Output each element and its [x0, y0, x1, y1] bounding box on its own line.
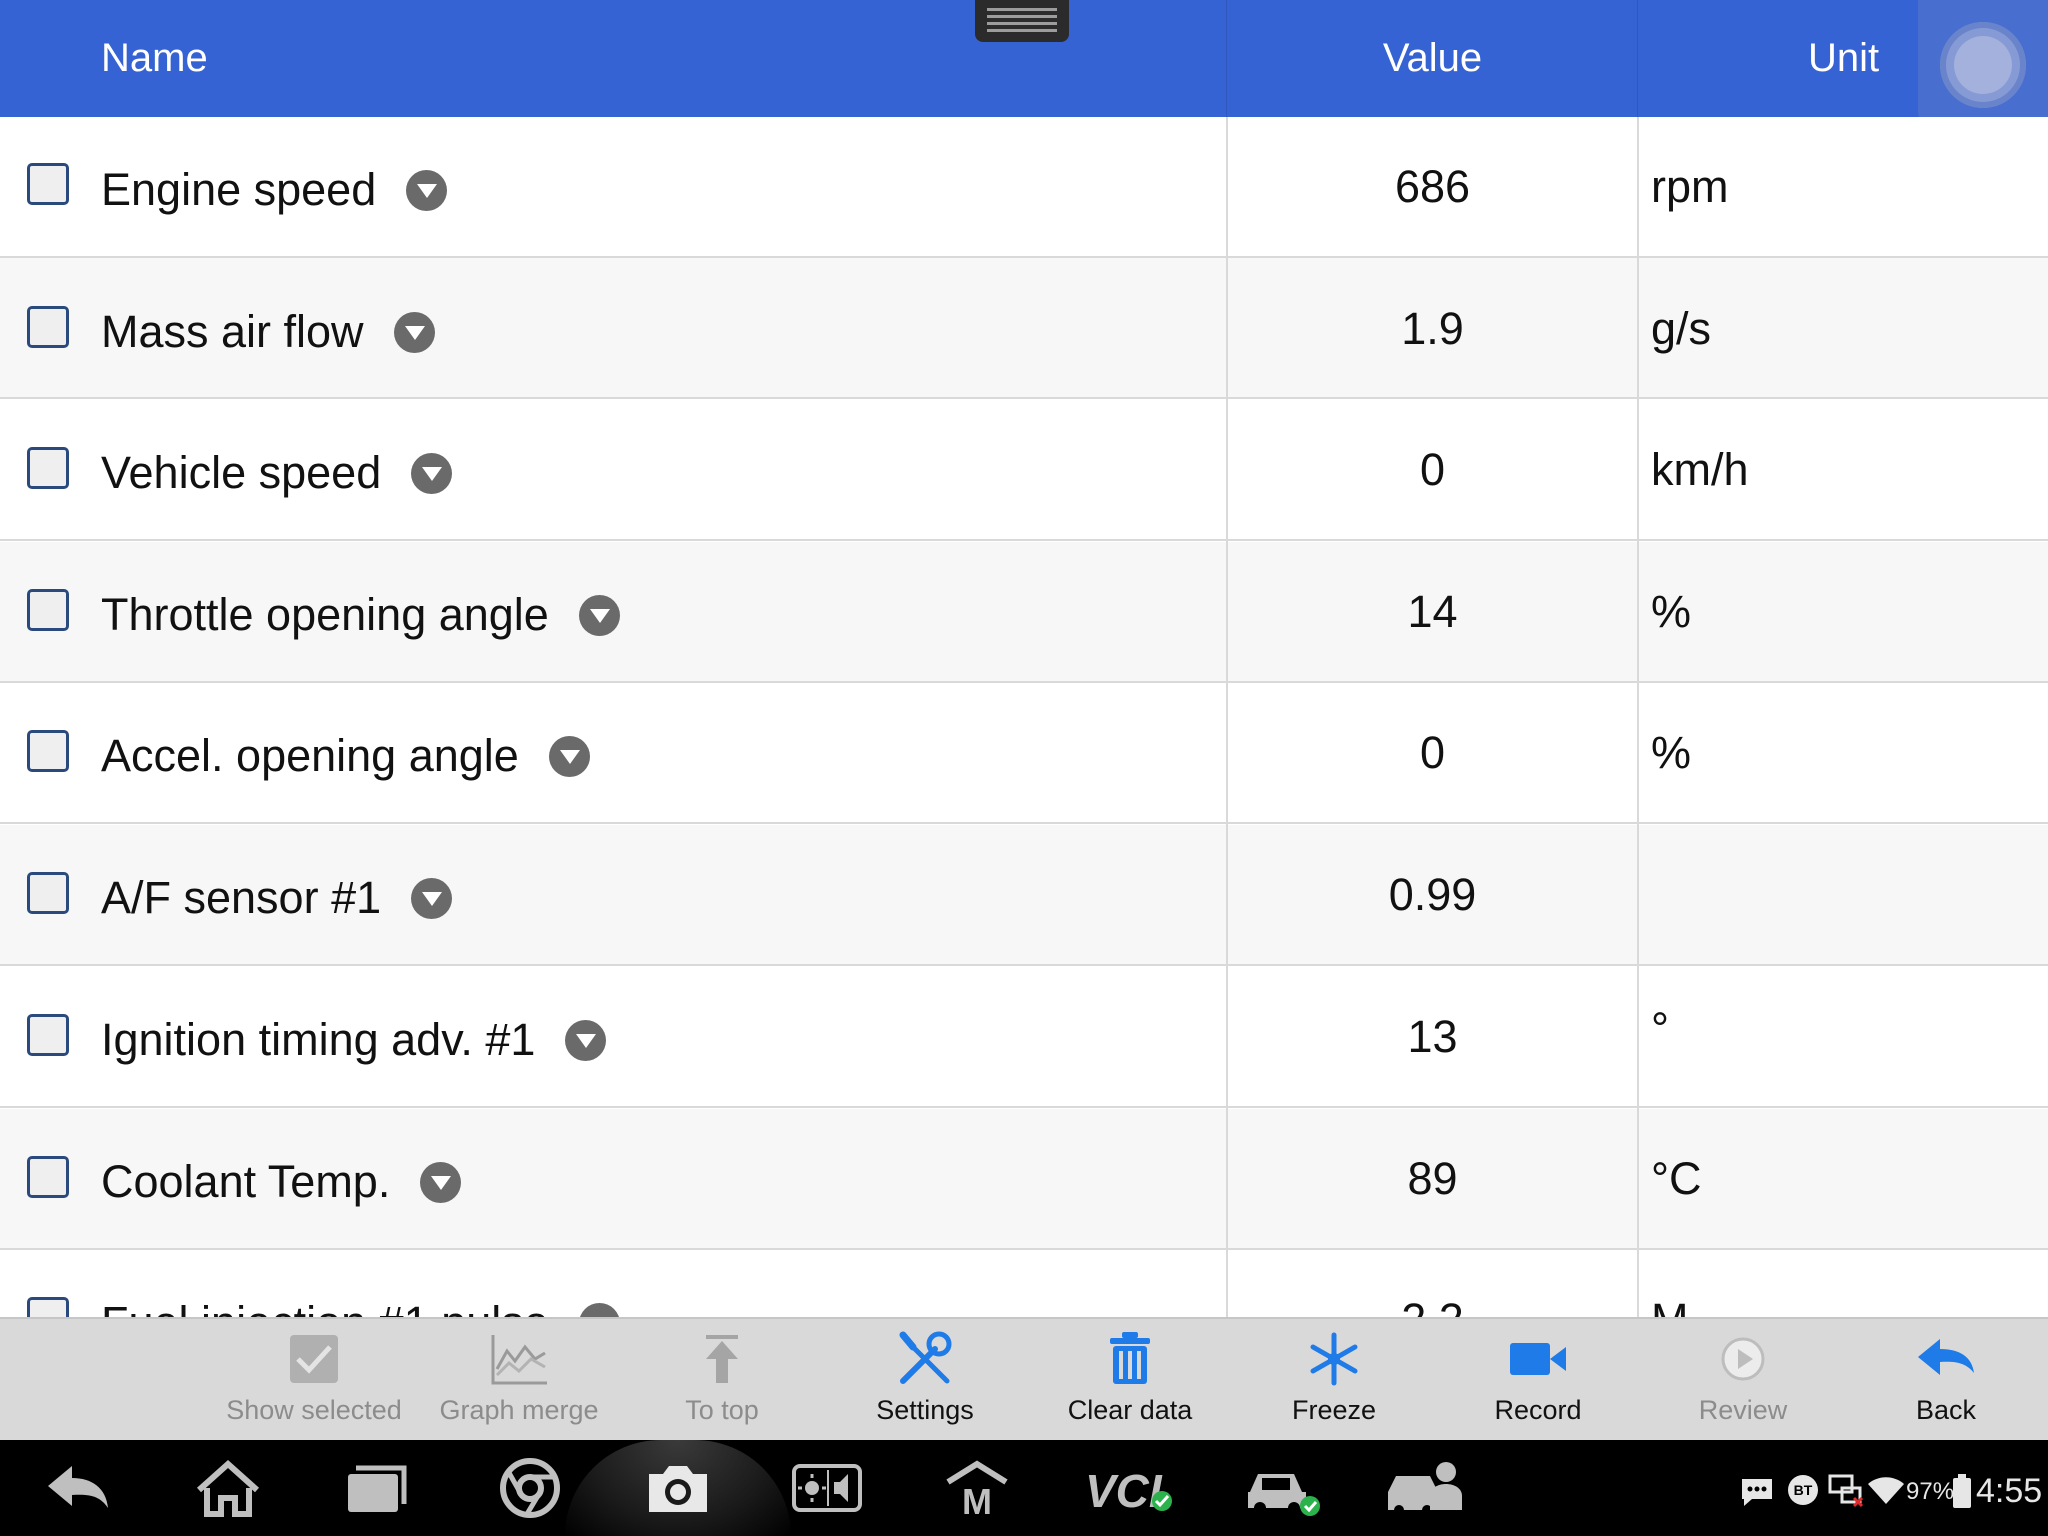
chrome-icon[interactable]	[495, 1458, 565, 1518]
row-name: Accel. opening angle	[101, 730, 519, 782]
row-name: Coolant Temp.	[101, 1156, 391, 1208]
row-checkbox[interactable]	[27, 589, 69, 631]
row-name: Mass air flow	[101, 306, 364, 358]
row-unit: rpm	[1651, 161, 1729, 212]
dropdown-arrow-icon[interactable]	[565, 1019, 607, 1061]
record-button[interactable]: Record	[1443, 1319, 1633, 1440]
dropdown-arrow-icon[interactable]	[393, 311, 435, 353]
row-unit: °	[1651, 1003, 1669, 1054]
row-name: A/F sensor #1	[101, 872, 382, 924]
show-selected-button[interactable]: Show selected	[219, 1319, 409, 1440]
dropdown-arrow-icon[interactable]	[578, 594, 620, 636]
freeze-button[interactable]: Freeze	[1239, 1319, 1429, 1440]
column-header-name: Name	[101, 36, 208, 80]
home-icon[interactable]	[193, 1458, 263, 1518]
clear-data-button[interactable]: Clear data	[1035, 1319, 1225, 1440]
maxisys-home-icon[interactable]: M	[942, 1458, 1012, 1518]
message-bubble-icon	[1742, 1479, 1772, 1506]
to-top-button[interactable]: To top	[627, 1319, 817, 1440]
row-checkbox[interactable]	[27, 447, 69, 489]
table-row[interactable]: Coolant Temp. 89 °C	[0, 1109, 2048, 1250]
dropdown-arrow-icon[interactable]	[578, 1302, 620, 1317]
row-unit: g/s	[1651, 303, 1712, 354]
floating-assistive-button[interactable]	[1918, 0, 2048, 129]
brightness-volume-icon[interactable]	[792, 1458, 862, 1518]
row-unit: km/h	[1651, 444, 1749, 495]
wrench-screwdriver-icon	[899, 1331, 952, 1384]
table-row[interactable]: Throttle opening angle 14 %	[0, 542, 2048, 683]
table-row[interactable]: Engine speed 686 rpm	[0, 117, 2048, 258]
camera-icon[interactable]	[643, 1458, 713, 1518]
table-row[interactable]: A/F sensor #1 0.99	[0, 825, 2048, 966]
dropdown-arrow-icon[interactable]	[411, 452, 453, 494]
arrow-to-top-icon	[706, 1335, 738, 1383]
table-row[interactable]: Fuel injection #1 pulse 2.2 M	[0, 1250, 2048, 1317]
row-checkbox[interactable]	[27, 1014, 69, 1056]
dropdown-arrow-icon[interactable]	[406, 169, 448, 211]
dropdown-arrow-icon[interactable]	[420, 1161, 462, 1203]
battery-percentage: 97%	[1906, 1478, 1955, 1505]
vci-status-icon[interactable]: VCI	[1085, 1458, 1175, 1518]
row-value: 0	[1419, 444, 1446, 495]
row-unit: M	[1651, 1294, 1689, 1317]
row-value: 686	[1394, 161, 1471, 212]
recent-apps-icon[interactable]	[342, 1458, 412, 1518]
row-checkbox[interactable]	[27, 1156, 69, 1198]
row-checkbox[interactable]	[27, 163, 69, 205]
table-row[interactable]: Ignition timing adv. #1 13 °	[0, 967, 2048, 1108]
connected-check-icon	[1152, 1491, 1172, 1511]
row-checkbox[interactable]	[27, 306, 69, 348]
table-row[interactable]: Vehicle speed 0 km/h	[0, 400, 2048, 541]
clock: 4:55	[1976, 1472, 2043, 1510]
video-camera-icon	[1510, 1343, 1566, 1375]
remote-expert-icon[interactable]	[1386, 1458, 1470, 1518]
graph-merge-button[interactable]: Graph merge	[424, 1319, 614, 1440]
play-circle-icon	[1721, 1337, 1765, 1381]
battery-icon	[1953, 1474, 1971, 1508]
table-row[interactable]: Accel. opening angle 0 %	[0, 683, 2048, 824]
row-unit: %	[1651, 727, 1692, 778]
row-value: 0	[1419, 727, 1446, 778]
row-checkbox[interactable]	[27, 1297, 69, 1317]
row-name: Ignition timing adv. #1	[101, 1014, 536, 1066]
column-divider	[1226, 117, 1228, 1317]
row-unit: °C	[1651, 1153, 1702, 1204]
row-name: Fuel injection #1 pulse	[101, 1297, 549, 1317]
back-nav-icon[interactable]	[44, 1458, 114, 1518]
dropdown-arrow-icon[interactable]	[411, 877, 453, 919]
row-value: 2.2	[1228, 1294, 1637, 1317]
back-arrow-icon	[1918, 1339, 1974, 1375]
wifi-icon	[1868, 1477, 1904, 1504]
header-divider	[1226, 0, 1227, 117]
svg-text:M: M	[962, 1481, 992, 1518]
row-name: Vehicle speed	[101, 447, 382, 499]
vehicle-connected-icon[interactable]	[1244, 1458, 1324, 1518]
live-data-table[interactable]: Engine speed 686 rpm Mass air flow 1.9 g…	[0, 117, 2048, 1317]
column-divider	[1637, 117, 1639, 1317]
row-unit: %	[1651, 586, 1692, 637]
drag-handle-icon[interactable]	[975, 0, 1069, 42]
review-button[interactable]: Review	[1648, 1319, 1838, 1440]
row-checkbox[interactable]	[27, 730, 69, 772]
function-toolbar: Show selected Graph merge To top Setting…	[0, 1317, 2048, 1440]
row-name: Throttle opening angle	[101, 589, 549, 641]
column-header-value: Value	[1382, 36, 1483, 80]
row-value: 1.9	[1401, 303, 1464, 354]
row-value: 0.99	[1388, 869, 1477, 920]
dropdown-arrow-icon[interactable]	[548, 735, 590, 777]
settings-button[interactable]: Settings	[830, 1319, 1020, 1440]
trash-icon	[1110, 1332, 1150, 1384]
snowflake-icon	[1310, 1332, 1358, 1386]
row-value: 14	[1407, 586, 1458, 637]
row-value: 13	[1407, 1011, 1458, 1062]
checkbox-check-icon	[290, 1335, 338, 1383]
row-checkbox[interactable]	[27, 872, 69, 914]
network-disconnected-icon	[1828, 1474, 1864, 1508]
bluetooth-badge-icon: BT	[1788, 1475, 1818, 1505]
table-row[interactable]: Mass air flow 1.9 g/s	[0, 258, 2048, 399]
graph-merge-icon	[491, 1335, 547, 1385]
back-button[interactable]: Back	[1851, 1319, 2041, 1440]
row-name: Engine speed	[101, 164, 377, 216]
row-value: 89	[1407, 1153, 1458, 1204]
